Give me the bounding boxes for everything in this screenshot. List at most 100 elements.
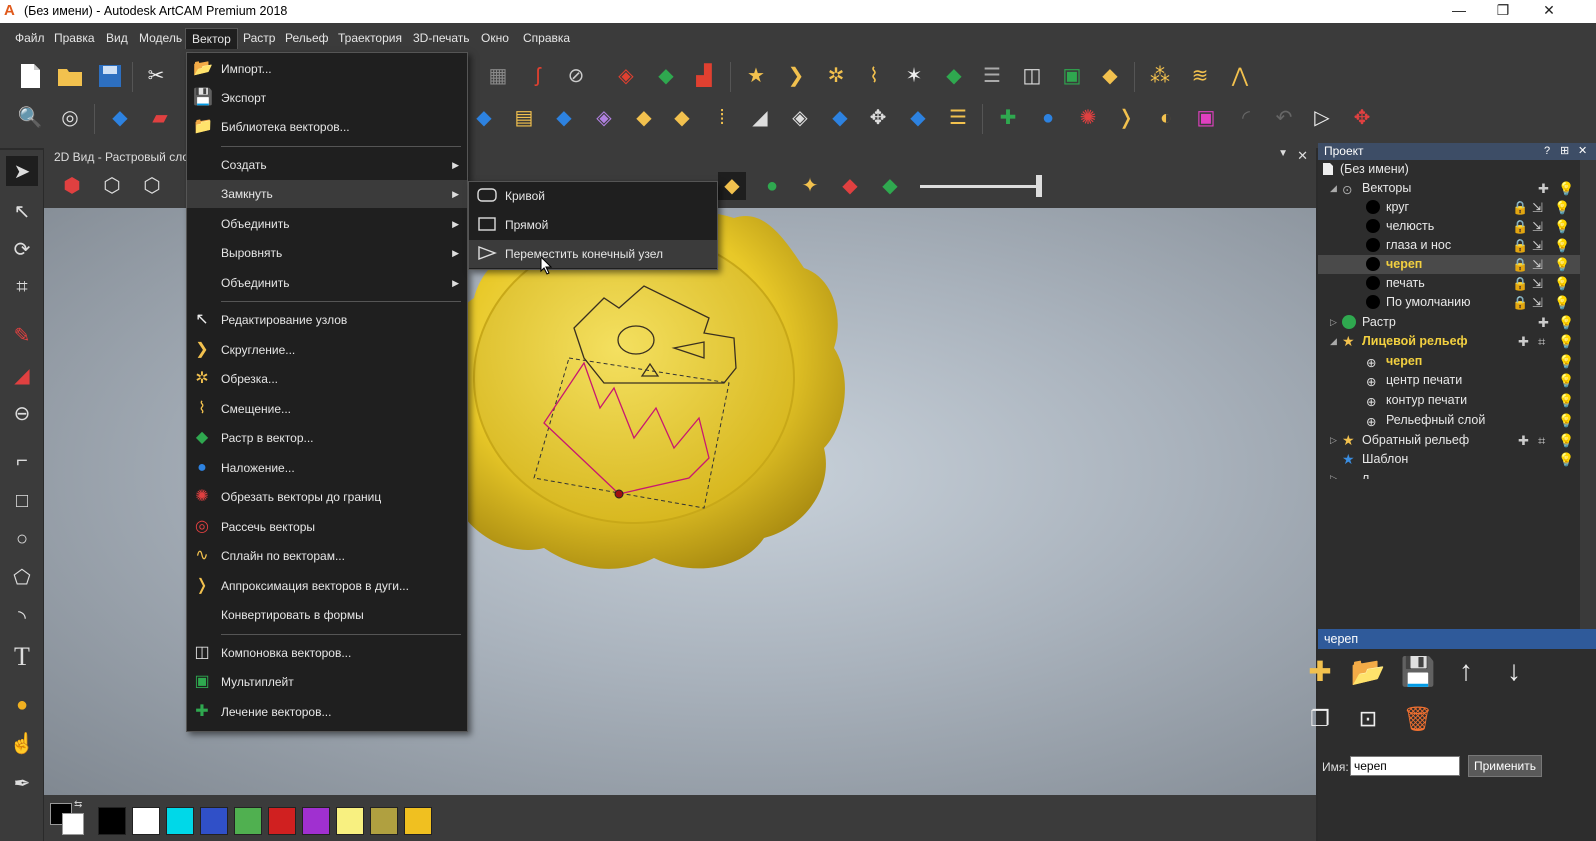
lock-icon[interactable]: 🔒: [1512, 217, 1528, 236]
tree-item-vector-layer-active[interactable]: череп 🔒 ⇲ 💡: [1318, 255, 1580, 274]
tree-item-vector-layer[interactable]: По умолчанию 🔒 ⇲ 💡: [1318, 293, 1580, 312]
menu-vector[interactable]: Вектор: [185, 28, 238, 49]
swatch-white[interactable]: [132, 807, 160, 835]
transform-icon[interactable]: ⟳: [6, 234, 38, 264]
arc-icon[interactable]: ◜: [1232, 104, 1260, 132]
add-relief-layer-icon[interactable]: ✚: [1518, 332, 1529, 351]
tree-item-template[interactable]: ★ Шаблон 💡: [1318, 450, 1580, 469]
nodes-icon[interactable]: ⁂: [1146, 62, 1174, 90]
stacked-relief-icon[interactable]: ▤: [510, 104, 538, 132]
circle-tool-icon[interactable]: ○: [6, 524, 38, 554]
panel-close-icon[interactable]: ✕: [1578, 143, 1587, 160]
trim-boundary-icon[interactable]: ✺: [1074, 104, 1102, 132]
view-dropdown-icon[interactable]: ▼: [1278, 148, 1288, 159]
move-up-icon[interactable]: ↑: [1448, 653, 1484, 689]
cube-view-icon[interactable]: ⬡: [98, 172, 126, 200]
layer-icon[interactable]: ◆: [652, 62, 680, 90]
tree-item-vector-layer[interactable]: круг 🔒 ⇲ 💡: [1318, 198, 1580, 217]
menu-file[interactable]: Файл: [9, 28, 51, 49]
new-file-icon[interactable]: [16, 62, 44, 90]
menu-window[interactable]: Окно: [475, 28, 515, 49]
mirror-icon[interactable]: ◐: [1152, 104, 1180, 132]
wrap-icon[interactable]: ●: [1034, 104, 1062, 132]
visibility-bulb-icon[interactable]: 💡: [1558, 391, 1574, 410]
merge-grid-icon[interactable]: ⌗: [1538, 431, 1545, 450]
snap-icon[interactable]: ⇲: [1532, 255, 1543, 274]
menu-item-vector-doctor[interactable]: ✚ Лечение векторов...: [187, 698, 467, 726]
select-all-icon[interactable]: ⊡: [1350, 701, 1386, 737]
polygon-tool-icon[interactable]: ⬠: [6, 562, 38, 592]
grid-icon[interactable]: ▦: [484, 62, 512, 90]
move-down-icon[interactable]: ↓: [1496, 653, 1532, 689]
swatch-red[interactable]: [268, 807, 296, 835]
cube-outline-icon[interactable]: ⬡: [138, 172, 166, 200]
cut-icon[interactable]: ✂: [142, 62, 170, 90]
snap-icon[interactable]: ⇲: [1532, 293, 1543, 312]
expand-icon[interactable]: ▷: [1330, 469, 1337, 479]
swatch-purple[interactable]: [302, 807, 330, 835]
add-green-icon[interactable]: ✚: [994, 104, 1022, 132]
visibility-bulb-icon[interactable]: 💡: [1554, 293, 1570, 312]
visibility-bulb-icon[interactable]: 💡: [1554, 274, 1570, 293]
arc-tool-icon[interactable]: ◝: [6, 602, 38, 632]
tree-item-bitmap[interactable]: ▷ Растр ✚ 💡: [1318, 313, 1580, 332]
stack-icon[interactable]: ☰: [978, 62, 1006, 90]
menu-item-offset[interactable]: ⌇ Смещение...: [187, 395, 467, 423]
tree-item-vector-layer[interactable]: глаза и нос 🔒 ⇲ 💡: [1318, 236, 1580, 255]
view-slider-thumb[interactable]: [1036, 175, 1042, 197]
visibility-bulb-icon[interactable]: 💡: [1554, 236, 1570, 255]
expand-icon[interactable]: ▷: [1330, 313, 1337, 332]
pin-icon[interactable]: ⊞: [1560, 143, 1569, 160]
multiplate-icon[interactable]: ▣: [1058, 62, 1086, 90]
tree-item-relief-layer[interactable]: ⊕ центр печати 💡: [1318, 371, 1580, 390]
menu-relief[interactable]: Рельеф: [279, 28, 335, 49]
green-layer-icon[interactable]: ◆: [940, 62, 968, 90]
menu-item-spline[interactable]: ∿ Сплайн по векторам...: [187, 542, 467, 570]
play-icon[interactable]: ▷: [1308, 104, 1336, 132]
visibility-bulb-icon[interactable]: 💡: [1554, 198, 1570, 217]
shape-icon[interactable]: ◆: [668, 104, 696, 132]
menu-item-trim-to-boundary[interactable]: ✺ Обрезать векторы до границ: [187, 483, 467, 511]
relief-icon[interactable]: ◆: [1096, 62, 1124, 90]
add-bitmap-layer-icon[interactable]: ✚: [1538, 313, 1549, 332]
menu-item-bitmap-to-vector[interactable]: ◆ Растр в вектор...: [187, 424, 467, 452]
fit-arcs-icon[interactable]: ❭: [1112, 104, 1140, 132]
spin-icon[interactable]: ⁞: [708, 104, 736, 132]
add-layer-icon[interactable]: ✚: [1302, 653, 1338, 689]
drop-icon[interactable]: ●: [6, 690, 38, 720]
add-relief-layer-icon[interactable]: ✚: [1518, 431, 1529, 450]
star-search-icon[interactable]: ✦: [796, 172, 824, 200]
merge-grid-icon[interactable]: ⌗: [1538, 332, 1545, 351]
snap-icon[interactable]: ⇲: [1532, 198, 1543, 217]
submenu-item-move-end-node[interactable]: Переместить конечный узел: [469, 240, 717, 268]
menu-item-fit-arcs[interactable]: ❭ Аппроксимация векторов в дуги...: [187, 572, 467, 600]
menu-item-combine[interactable]: Объединить ▶: [187, 269, 467, 297]
rainbow-layers-icon[interactable]: ◆: [876, 172, 904, 200]
plane-icon[interactable]: ◆: [826, 104, 854, 132]
polyline-tool-icon[interactable]: ⌐: [6, 446, 38, 476]
text-tool-icon[interactable]: T: [6, 642, 38, 672]
menu-model[interactable]: Модель: [133, 28, 188, 49]
open-folder-icon[interactable]: [56, 62, 84, 90]
tree-item-vector-layer[interactable]: челюсть 🔒 ⇲ 💡: [1318, 217, 1580, 236]
tree-item-relief-layer[interactable]: ⊕ Рельефный слой 💡: [1318, 411, 1580, 430]
measure-icon[interactable]: ⊘: [562, 62, 590, 90]
visibility-bulb-icon[interactable]: 💡: [1554, 217, 1570, 236]
rectangle-tool-icon[interactable]: □: [6, 486, 38, 516]
visibility-bulb-icon[interactable]: 💡: [1558, 332, 1574, 351]
pencil-icon[interactable]: ✎: [6, 320, 38, 350]
menu-item-split-vectors[interactable]: ◎ Рассечь векторы: [187, 513, 467, 541]
secondary-color-swatch[interactable]: [62, 813, 84, 835]
grid-tool-icon[interactable]: ⌗: [6, 272, 38, 302]
save-layer-icon[interactable]: 💾: [1400, 653, 1436, 689]
menu-item-node-editing[interactable]: ↖ Редактирование узлов: [187, 306, 467, 334]
menu-item-nesting[interactable]: ◫ Компоновка векторов...: [187, 639, 467, 667]
sculpt-pen-icon[interactable]: ✒: [6, 768, 38, 798]
swatch-olive[interactable]: [370, 807, 398, 835]
swatch-green[interactable]: [234, 807, 262, 835]
menu-item-import[interactable]: 📂 Импорт...: [187, 55, 467, 83]
view-slider-track[interactable]: [920, 185, 1042, 188]
submenu-item-straight[interactable]: Прямой: [469, 211, 717, 239]
menu-view[interactable]: Вид: [100, 28, 134, 49]
maximize-button[interactable]: ❐: [1480, 0, 1526, 23]
